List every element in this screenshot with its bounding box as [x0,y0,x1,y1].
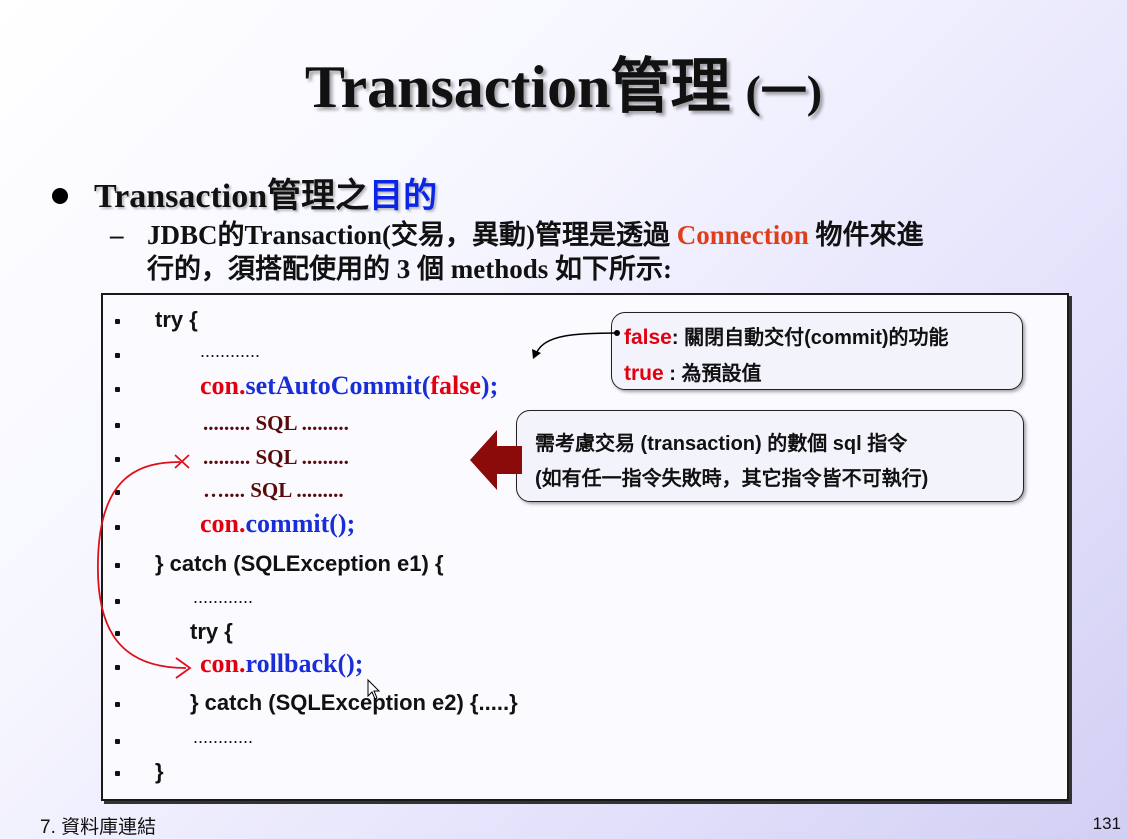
callout-false-word: false [624,326,672,349]
code-method-commit: commit [245,509,330,538]
code-bullet-icon [115,319,120,324]
code-method-setautocommit: setAutoCommit [245,371,422,400]
callout-false-text: : 關閉自動交付(commit)的功能 [671,327,949,349]
bullet1-prefix: Transaction管理之 [94,178,370,215]
code-row: con.rollback(); [103,649,1063,685]
code-row: ............ [103,585,1063,619]
code-close: } [155,759,164,784]
left-arrow-icon [470,430,522,490]
bullet-level1: Transaction管理之目的 [52,168,437,217]
code-con-prefix: con. [200,649,246,678]
bullet2-text: JDBC的Transaction(交易，異動)管理是透過 Connection … [147,218,1077,286]
footer-chapter: 7. 資料庫連結 [40,817,157,838]
code-paren: ); [480,371,499,400]
code-row: con.commit(); [103,509,1063,545]
code-commit: con.commit(); [200,509,355,539]
transaction-callout: 需考慮交易 (transaction) 的數個 sql 指令 (如有任一指令失敗… [516,410,1024,502]
code-bullet-icon [115,739,120,744]
code-row: } catch (SQLException e1) { [103,549,1063,583]
callout-transaction-line1: 需考慮交易 (transaction) 的數個 sql 指令 [535,433,908,455]
code-bullet-icon [115,423,120,428]
code-setautocommit: con.setAutoCommit(false); [200,371,498,401]
bullet2-line1-b: 物件來進 [808,220,924,250]
code-bullet-icon [115,599,120,604]
slide-title-paren: (一) [745,66,823,117]
code-bullet-icon [115,490,120,495]
callout-false-line: false: 關閉自動交付(commit)的功能 [624,321,949,350]
code-sql-2: ......... SQL ......... [203,445,349,469]
code-bullet-icon [115,771,120,776]
autocommit-callout: false: 關閉自動交付(commit)的功能 true : 為預設值 [611,312,1023,390]
callout-true-word: true [624,362,664,385]
callout-transaction-line2: (如有任一指令失敗時，其它指令皆不可執行) [535,468,929,490]
bullet2-connection: Connection [676,220,809,250]
code-bullet-icon [115,457,120,462]
code-bullet-icon [115,563,120,568]
code-paren: (); [329,509,356,538]
bullet1-highlight: 目的 [369,178,438,215]
callout-true-line: true : 為預設值 [624,357,761,386]
code-row: } catch (SQLException e2) {.....} [103,688,1063,722]
code-dots: ............ [200,341,261,361]
bullet2-line2: 行的，須搭配使用的 3 個 methods 如下所示: [147,254,672,284]
code-bullet-icon [115,631,120,636]
code-dots: ............ [193,587,254,607]
code-bullet-icon [115,702,120,707]
code-con-prefix: con. [200,509,246,538]
bullet2-dash: – [110,220,124,250]
code-dots: ............ [193,727,254,747]
code-sql-3: ….... SQL ......... [203,478,344,502]
code-rollback: con.rollback(); [200,649,363,679]
code-method-rollback: rollback [245,649,338,678]
code-con-prefix: con. [200,371,246,400]
code-arg-false: false [430,371,481,400]
slide-title: Transaction管理 (一) [0,38,1127,125]
code-bullet-icon [115,387,120,392]
callout-true-text: : 為預設值 [663,363,762,385]
code-paren: (); [337,649,364,678]
code-try-open: try { [155,307,198,332]
code-try-inner: try { [190,619,233,644]
bullet2-line1-a: JDBC的Transaction(交易，異動)管理是透過 [147,220,677,250]
code-bullet-icon [115,525,120,530]
code-row: try { [103,617,1063,651]
code-row: } [103,757,1063,791]
bullet-dot-icon [52,188,68,205]
code-sql-1: ......... SQL ......... [203,411,349,435]
code-bullet-icon [115,353,120,358]
slide-title-main: Transaction管理 [304,54,746,120]
code-catch-2: } catch (SQLException e2) {.....} [190,690,518,715]
code-row: ............ [103,725,1063,759]
code-catch-1: } catch (SQLException e1) { [155,551,444,576]
footer-page-number: 131 [1092,814,1121,833]
code-bullet-icon [115,665,120,670]
